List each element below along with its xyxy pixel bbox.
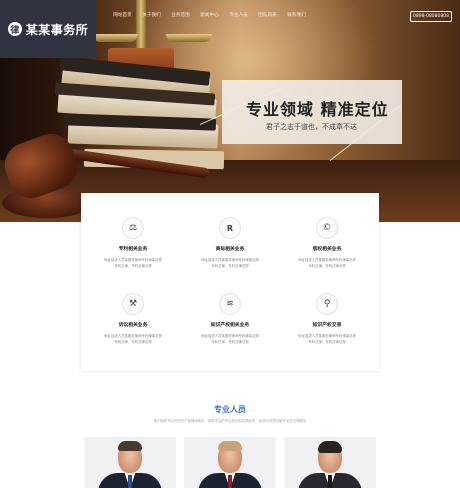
scales-pan-right [166,34,212,42]
scales-pan-left [92,34,138,42]
service-desc-line: 专利法律，专利法律法规 [308,340,346,344]
service-title: 商标相关业务 [215,247,245,252]
hero-subtitle: 君子之志于道也，不成章不达 [266,123,357,131]
logo[interactable]: 律 某某事务所 [0,0,96,58]
service-item[interactable]: R 商标相关业务 地址描述人员某服务律师专利律事法规 专利法律，专利法律法规 [190,217,270,269]
team-member-photo[interactable] [84,437,176,488]
hair [218,441,242,451]
service-desc: 地址描述人员某服务律师专利律事法规 专利法律，专利法律法规 [190,257,270,269]
nav-item-about[interactable]: 关于我们 [137,12,166,18]
service-item[interactable]: ⚲ 知识产权交易 地址描述人员某服务律师专利律事法规 专利法律，专利法律法规 [287,293,367,345]
hair [318,441,342,453]
service-desc: 地址描述人员某服务律师专利律事法规 专利法律，专利法律法规 [287,333,367,345]
registered-icon: R [219,217,241,239]
service-title: 版权相关业务 [312,247,342,252]
nav-item-business[interactable]: 业务范围 [166,12,195,18]
service-desc: 地址描述人员某服务律师专利律事法规 专利法律，专利法律法规 [190,333,270,345]
layers-icon: ≋ [219,293,241,315]
hotline-button[interactable]: 0898-08080808 [410,11,452,22]
service-desc: 地址描述人员某服务律师专利律事法规 专利法律，专利法律法规 [93,257,173,269]
services-card: ⚖ 专利相关业务 地址描述人员某服务律师专利律事法规 专利法律，专利法律法规 R… [81,193,379,371]
hair [118,441,142,451]
nav-item-team[interactable]: 团队风采 [253,12,282,18]
service-desc-line: 专利法律，专利法律法规 [114,264,152,268]
service-desc-line: 专利法律，专利法律法规 [114,340,152,344]
team-member-photo[interactable] [284,437,376,488]
logo-text: 某某事务所 [25,22,89,37]
logo-icon: 律 [7,22,22,36]
service-desc-line: 专利法律，专利法律法规 [211,264,249,268]
service-item[interactable]: © 版权相关业务 地址描述人员某服务律师专利律事法规 专利法律，专利法律法规 [287,217,367,269]
service-item[interactable]: ⚖ 专利相关业务 地址描述人员某服务律师专利律事法规 专利法律，专利法律法规 [93,217,173,269]
service-item[interactable]: ⚒ 诉讼相关业务 地址描述人员某服务律师专利律事法规 专利法律，专利法律法规 [93,293,173,345]
main-nav: 网站首页 关于我们 业务范围 新闻中心 专业人员 团队风采 联系我们 [108,12,311,18]
service-title: 诉讼相关业务 [118,323,148,328]
tie [328,475,332,488]
scales-post [136,0,146,52]
service-desc: 地址描述人员某服务律师专利律事法规 专利法律，专利法律法规 [93,333,173,345]
nav-item-home[interactable]: 网站首页 [108,12,137,18]
service-title: 知识产权交易 [312,323,342,328]
team-member-photo[interactable] [184,437,276,488]
service-title: 知识产权相关业务 [210,323,250,328]
nav-item-news[interactable]: 新闻中心 [195,12,224,18]
service-title: 专利相关业务 [118,247,148,252]
hero-title: 专业领域 精准定位 [246,100,389,119]
nav-item-staff[interactable]: 专业人员 [224,12,253,18]
service-desc-line: 专利法律，专利法律法规 [308,264,346,268]
tie [228,475,232,488]
service-item[interactable]: ≋ 知识产权相关业务 地址描述人员某服务律师专利律事法规 专利法律，专利法律法规 [190,293,270,345]
team-section-subtitle: 我们拥有专业的知识产权律师团队，拥有丰富的专业知识和实践经验，能够为您提供最专业… [153,419,307,423]
service-desc: 地址描述人员某服务律师专利律事法规 专利法律，专利法律法规 [287,257,367,269]
tie [128,475,132,488]
gavel-scale-icon: ⚖ [122,217,144,239]
copyright-icon: © [316,217,338,239]
team-section-title: 专业人员 [214,405,246,414]
service-desc-line: 专利法律，专利法律法规 [211,340,249,344]
hero-slogan-panel: 专业领域 精准定位 君子之志于道也，不成章不达 [222,80,402,144]
map-pin-icon: ⚲ [316,293,338,315]
gavel-icon: ⚒ [122,293,144,315]
nav-item-contact[interactable]: 联系我们 [282,12,311,18]
